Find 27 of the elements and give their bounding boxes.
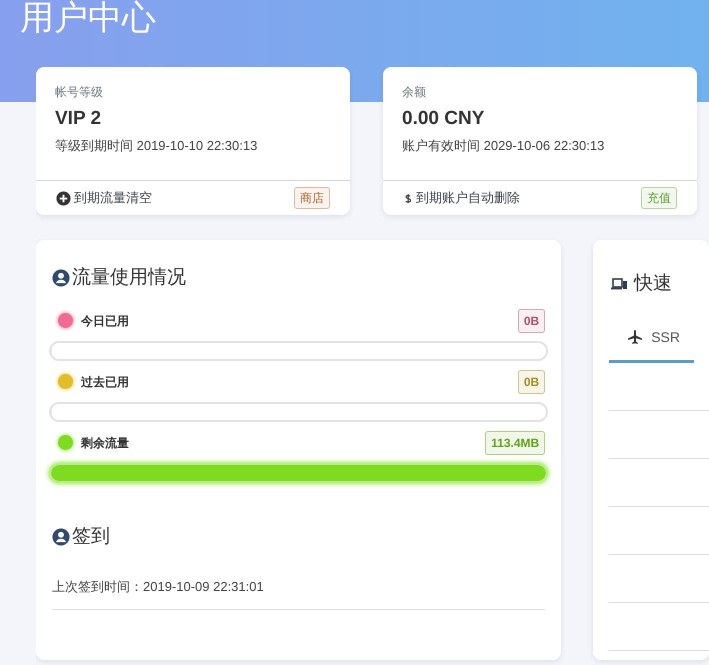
footer-text: 到期账户自动删除: [416, 189, 520, 208]
panel-title: 快速: [634, 272, 672, 296]
card-detail: 等级到期时间 2019-10-10 22:30:13: [55, 136, 258, 154]
tab[interactable]: SSR: [609, 316, 694, 362]
card-label: 帐号等级: [55, 84, 104, 101]
card-value: VIP 2: [55, 107, 102, 131]
plus-circle-icon: [56, 190, 71, 206]
footer-text: 到期流量清空: [74, 189, 152, 208]
checkin-time: 上次签到时间：2019-10-09 22:31:01: [52, 578, 265, 596]
traffic-amount: 0B: [518, 308, 546, 332]
page-title: 用户中心: [20, 0, 156, 38]
plane-icon: [627, 329, 644, 345]
card-label: 余额: [402, 84, 427, 101]
section-title: 签到: [72, 524, 110, 548]
traffic-amount: 113.4MB: [485, 430, 546, 454]
user-circle-icon: [52, 269, 70, 288]
action-link[interactable]: 商店: [294, 187, 330, 209]
card-value: 0.00 CNY: [402, 107, 486, 131]
card-detail: 账户有效时间 2029-10-06 22:30:13: [402, 136, 606, 154]
action-link[interactable]: 充值: [641, 187, 677, 209]
section-title: 流量使用情况: [72, 266, 186, 290]
traffic-label: 过去已用: [81, 374, 129, 390]
traffic-amount: 0B: [518, 370, 546, 394]
traffic-label: 剩余流量: [81, 434, 129, 452]
user-circle-icon: [52, 528, 70, 546]
traffic-label: 今日已用: [81, 312, 129, 330]
laptop-icon: [609, 276, 630, 292]
